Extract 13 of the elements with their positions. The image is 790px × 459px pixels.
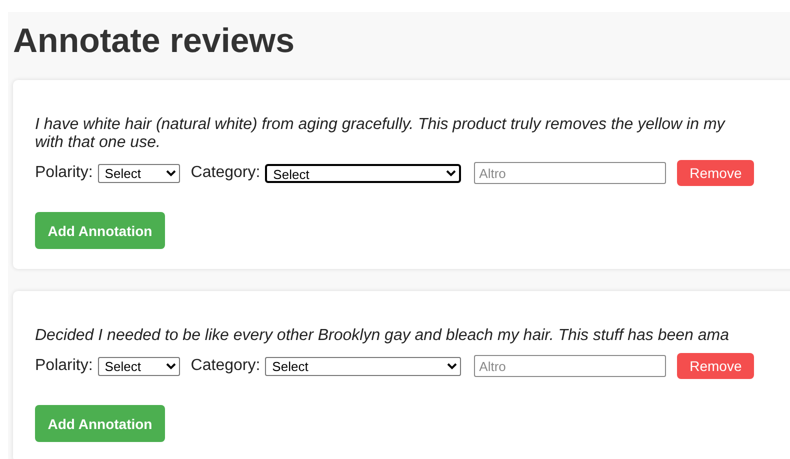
category-label: Category:: [190, 357, 260, 375]
polarity-select[interactable]: Select: [98, 164, 180, 182]
polarity-select[interactable]: Select: [98, 356, 180, 376]
polarity-label: Polarity:: [35, 357, 93, 375]
review-text: Decided I needed to be like every other Brooklyn gay and bleach my hair. This stuff has been ama: [35, 327, 730, 345]
review-text: I have white hair (natural white) from aging gracefully. This product truly removes the yellow in my with that one use.: [35, 116, 726, 152]
category-label: Category:: [190, 164, 260, 182]
page-title: Annotate reviews: [13, 21, 296, 62]
other-input-field[interactable]: Altro: [474, 162, 666, 184]
other-input-field[interactable]: Altro: [474, 355, 666, 377]
polarity-label: Polarity:: [35, 164, 93, 182]
category-select[interactable]: Select: [265, 356, 462, 376]
category-select[interactable]: Select: [265, 164, 462, 182]
